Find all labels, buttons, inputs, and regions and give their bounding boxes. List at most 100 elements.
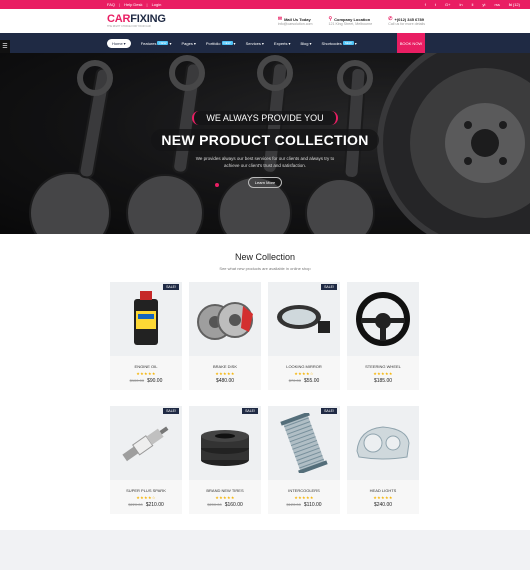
product-card-steering-wheel[interactable]: STEERING WHEEL ★★★★★ $185.00 xyxy=(347,282,419,390)
nav-item-label: Features xyxy=(140,40,157,46)
sale-badge: SALE! xyxy=(163,408,179,414)
nav-item-home[interactable]: Home ▾ xyxy=(107,38,131,48)
divider: | xyxy=(146,2,148,7)
product-card-intercoolers[interactable]: SALE! INTERCOOLERS ★★★★★ $120.00 $110.00 xyxy=(268,406,340,514)
new-badge: NEW xyxy=(221,41,233,45)
hero-slider: WE ALWAYS PROVIDE YOU NEW PRODUCT COLLEC… xyxy=(0,53,530,234)
site-logo[interactable]: CARFIXING THE RIGHT CHOICE FOR YOUR CAR xyxy=(107,12,166,29)
main-nav: Home ▾ Features NEW ▾ Pages ▾ Portfolio NEW ▾ Serv… xyxy=(0,33,530,53)
product-image[interactable]: SALE! xyxy=(268,406,340,480)
social-links: f t G+ in li yt rss ₦ (12) xyxy=(425,2,520,7)
product-card-engine-oil[interactable]: SALE! ENGINE OIL ★★★★★ $100.00 $90.00 xyxy=(110,282,182,390)
product-image[interactable] xyxy=(189,282,261,356)
chevron-down-icon: ▾ xyxy=(354,40,357,46)
product-name[interactable]: ENGINE OIL xyxy=(110,364,182,369)
product-image[interactable]: SALE! xyxy=(110,282,182,356)
chevron-down-icon: ▾ xyxy=(123,40,126,46)
book-now-button[interactable]: BOOK NOW xyxy=(397,33,425,53)
sale-badge: SALE! xyxy=(321,408,337,414)
rating-stars: ★★★★★ xyxy=(294,495,314,500)
help-desk-link[interactable]: Help Desk xyxy=(124,2,142,7)
nav-item-label: Portfolio xyxy=(205,40,221,46)
product-name[interactable]: SUPER PLUS SPARK xyxy=(110,488,182,493)
product-image[interactable] xyxy=(347,282,419,356)
google-plus-icon[interactable]: G+ xyxy=(445,2,450,7)
product-price: $100.00 $90.00 xyxy=(110,378,182,384)
old-price: $70.00 xyxy=(288,378,301,383)
location-info: ⚲ Company Location 121 King Street, Melb… xyxy=(328,16,372,26)
phone-value: Call us for more details xyxy=(388,22,425,26)
chevron-down-icon: ▾ xyxy=(288,40,291,46)
faq-link[interactable]: FAQ xyxy=(107,2,115,7)
login-link[interactable]: Login xyxy=(152,2,162,7)
location-value: 121 King Street, Melbourne xyxy=(328,22,373,26)
nav-item-blog[interactable]: Blog ▾ xyxy=(301,41,312,46)
nav-item-pages[interactable]: Pages ▾ xyxy=(182,41,196,46)
nav-item-label: Blog xyxy=(300,40,309,46)
mail-title: Mail Us Today xyxy=(284,16,311,22)
product-card-head-lights[interactable]: HEAD LIGHTS ★★★★★ $240.00 xyxy=(347,406,419,514)
current-price: $160.00 xyxy=(224,502,243,508)
product-name[interactable]: INTERCOOLERS xyxy=(268,488,340,493)
product-price: $240.00 xyxy=(347,502,419,508)
footer-band xyxy=(0,530,530,570)
current-price: $55.00 xyxy=(303,378,320,384)
nav-item-features[interactable]: Features NEW ▾ xyxy=(141,41,172,46)
mail-value[interactable]: info@carsolution.com xyxy=(278,22,313,26)
nav-item-label: Experts xyxy=(273,40,288,46)
product-price: $185.00 xyxy=(347,378,419,384)
new-badge: NEW xyxy=(157,41,169,45)
youtube-icon[interactable]: yt xyxy=(482,2,485,7)
cart-link[interactable]: ₦ (12) xyxy=(509,2,520,7)
product-card-brake-disk[interactable]: BRAKE DISK ★★★★★ $480.00 xyxy=(189,282,261,390)
nav-item-label: Shortcodes xyxy=(321,40,342,46)
product-price: $120.00 $110.00 xyxy=(268,502,340,508)
logo-fix: FIXING xyxy=(130,12,166,25)
nav-item-experts[interactable]: Experts ▾ xyxy=(274,41,291,46)
product-card-super-plus-spark[interactable]: SALE! SUPER PLUS SPARK ★★★★☆ $220.00 $210.00 xyxy=(110,406,182,514)
product-name[interactable]: STEERING WHEEL xyxy=(347,364,419,369)
hero-description: We provides always our best services for… xyxy=(195,156,335,168)
hero-content: WE ALWAYS PROVIDE YOU NEW PRODUCT COLLEC… xyxy=(0,111,530,189)
rss-icon[interactable]: rss xyxy=(495,2,500,7)
product-image[interactable]: SALE! xyxy=(189,406,261,480)
nav-item-portfolio[interactable]: Portfolio NEW ▾ xyxy=(206,41,236,46)
location-title: Company Location xyxy=(334,16,371,22)
nav-item-shortcodes[interactable]: Shortcodes NEW ▾ xyxy=(322,41,357,46)
facebook-icon[interactable]: f xyxy=(425,2,426,7)
product-card-brand-new-tires[interactable]: SALE! BRAND NEW TIRES ★★★★★ $200.00 $160.00 xyxy=(189,406,261,514)
product-name[interactable]: HEAD LIGHTS xyxy=(347,488,419,493)
product-name[interactable]: BRAND NEW TIRES xyxy=(189,488,261,493)
current-price: $240.00 xyxy=(373,502,393,508)
sale-badge: SALE! xyxy=(242,408,258,414)
nav-item-services[interactable]: Services ▾ xyxy=(246,41,264,46)
rating-stars: ★★★★★ xyxy=(373,371,393,376)
product-card-looking-mirror[interactable]: SALE! LOOKING MIRROR ★★★★☆ $70.00 $55.00 xyxy=(268,282,340,390)
product-grid: SALE! ENGINE OIL ★★★★★ $100.00 $90.00 BRAKE D… xyxy=(110,282,420,514)
current-price: $185.00 xyxy=(373,378,393,384)
menu-toggle-icon[interactable]: ☰ xyxy=(0,40,10,53)
old-price: $120.00 xyxy=(286,502,301,507)
linkedin-icon[interactable]: in xyxy=(460,2,463,7)
chevron-down-icon: ▾ xyxy=(193,40,196,46)
logo-car: CAR xyxy=(107,12,131,25)
twitter-icon[interactable]: t xyxy=(435,2,436,7)
product-image[interactable] xyxy=(347,406,419,480)
product-name[interactable]: BRAKE DISK xyxy=(189,364,261,369)
chevron-down-icon: ▾ xyxy=(309,40,312,46)
current-price: $110.00 xyxy=(303,502,322,508)
product-image[interactable]: SALE! xyxy=(268,282,340,356)
current-price: $90.00 xyxy=(147,378,163,384)
top-bar: FAQ | Help Desk | Login f t G+ in li yt … xyxy=(0,0,530,9)
product-image[interactable]: SALE! xyxy=(110,406,182,480)
instagram-icon[interactable]: li xyxy=(472,2,474,7)
logo-text: CARFIXING xyxy=(107,12,166,25)
rating-stars: ★★★★☆ xyxy=(136,495,156,500)
rating-stars: ★★★★★ xyxy=(136,371,156,376)
learn-more-button[interactable]: Learn More xyxy=(247,177,283,189)
product-name[interactable]: LOOKING MIRROR xyxy=(268,364,340,369)
phone-title: +(012) 345 6789 xyxy=(394,16,424,22)
old-price: $200.00 xyxy=(207,502,222,507)
slider-prev-dot[interactable] xyxy=(215,183,219,187)
hero-subtitle: WE ALWAYS PROVIDE YOU xyxy=(192,111,338,125)
